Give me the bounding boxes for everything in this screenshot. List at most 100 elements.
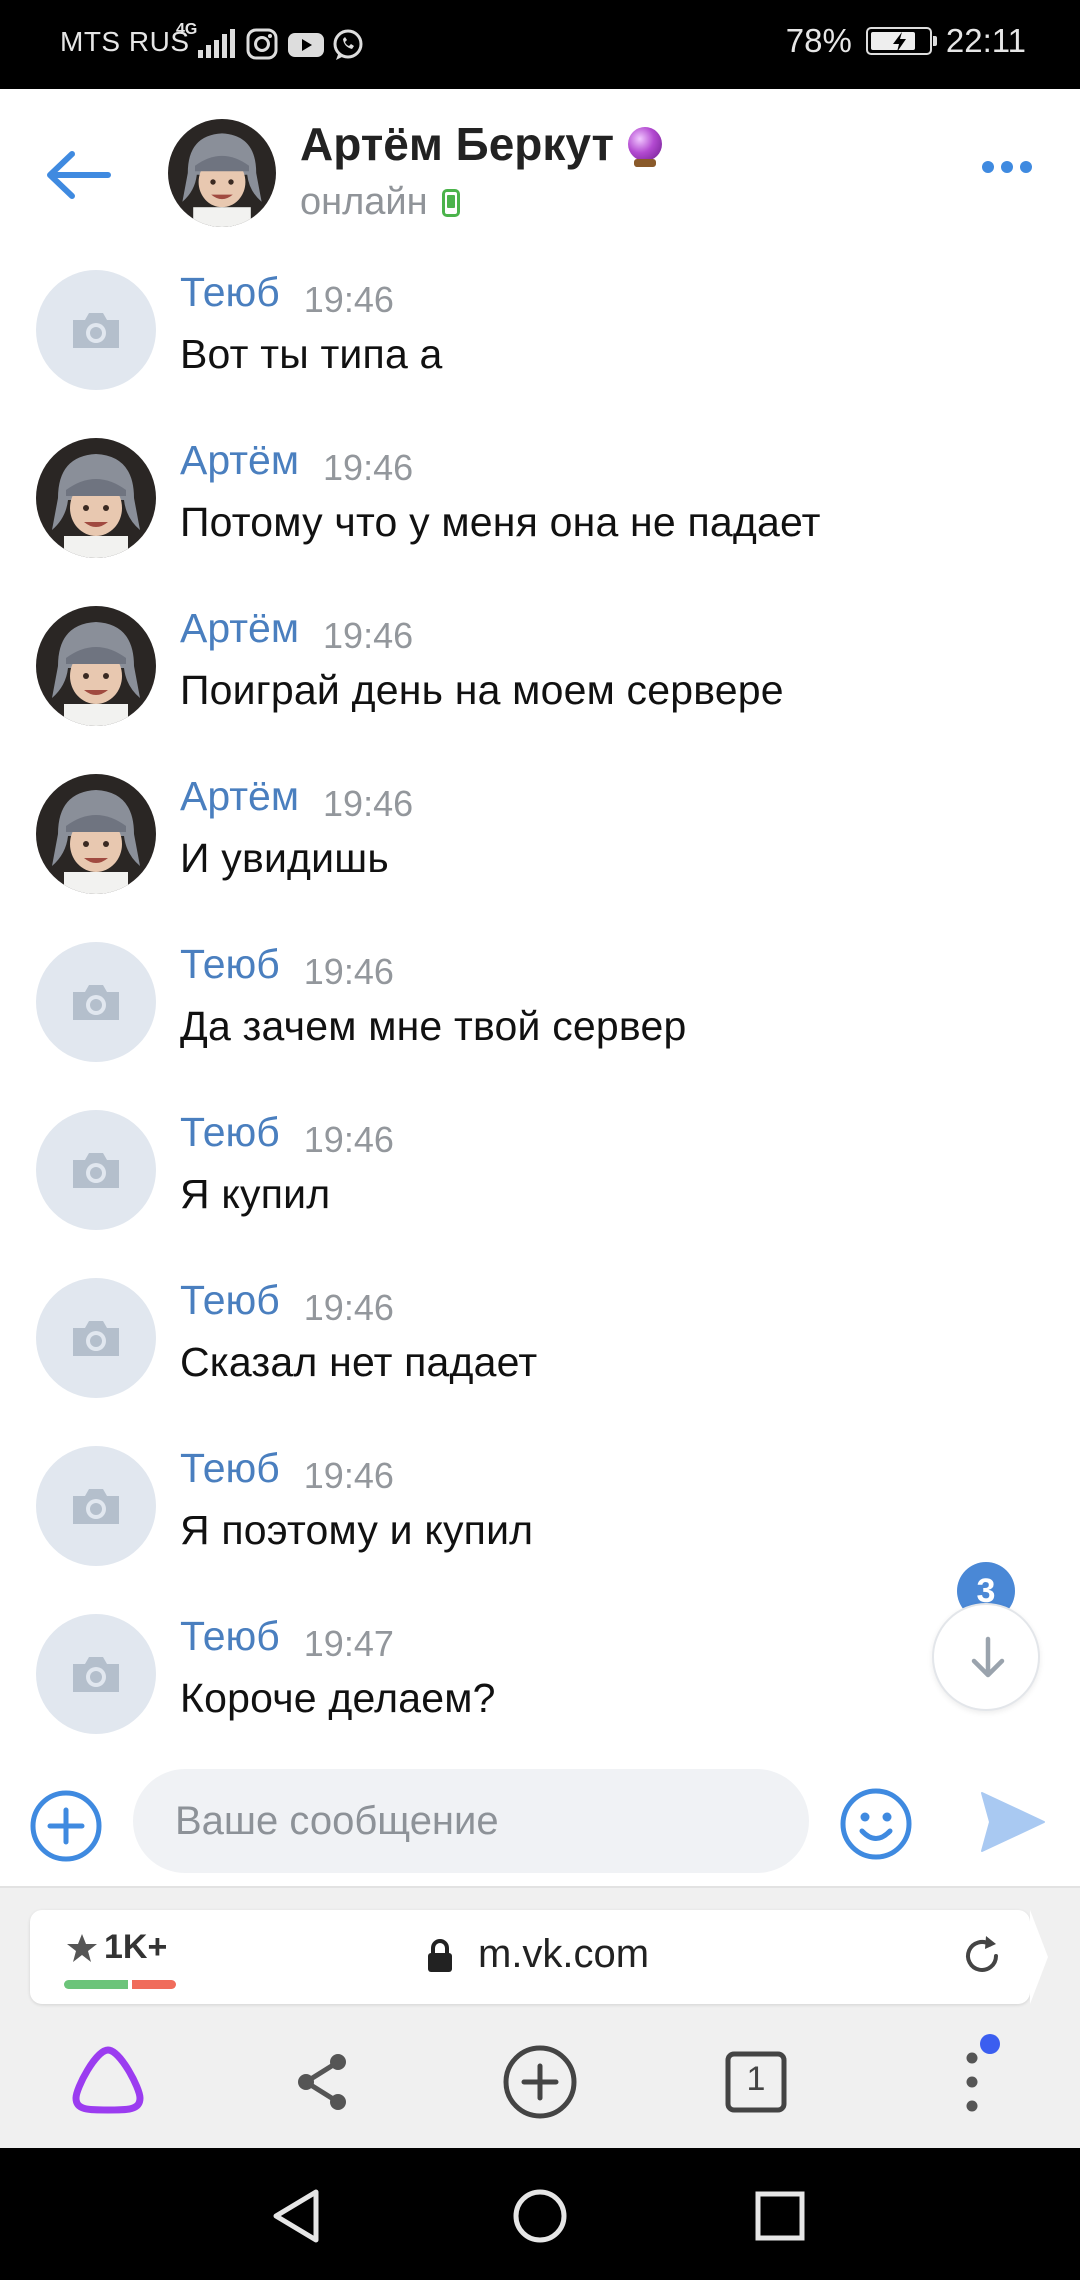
message-input[interactable] <box>133 1769 809 1873</box>
message-time: 19:46 <box>323 783 414 824</box>
lock-icon <box>428 1939 452 1972</box>
message-author[interactable]: Теюб <box>180 1277 280 1324</box>
sender-avatar[interactable] <box>36 1446 156 1566</box>
battery-tip <box>932 36 937 46</box>
message-author[interactable]: Артём <box>180 605 299 652</box>
address-bar[interactable]: 1K+ m.vk.com <box>30 1910 1048 2004</box>
composer <box>0 1769 1080 1886</box>
message-author[interactable]: Артём <box>180 773 299 820</box>
alice-icon[interactable] <box>58 2026 158 2136</box>
camera-icon <box>73 1321 119 1356</box>
avatar-photo <box>36 606 156 726</box>
message-time: 19:46 <box>303 1455 394 1496</box>
instagram-icon <box>246 28 278 60</box>
reload-icon[interactable] <box>958 1932 1006 1980</box>
message-time: 19:46 <box>303 1119 394 1160</box>
message-text: Вот ты типа а <box>180 331 443 377</box>
contact-avatar[interactable] <box>168 119 276 227</box>
sender-avatar[interactable] <box>36 1278 156 1398</box>
tabs-button[interactable]: 1 <box>706 2026 806 2136</box>
message-author[interactable]: Артём <box>180 437 299 484</box>
message-list[interactable]: Теюб 19:46 Вот ты типа а Артём 19:46 Потому ч… <box>0 259 1080 1769</box>
attach-plus-icon[interactable] <box>28 1788 104 1864</box>
message-time: 19:46 <box>303 951 394 992</box>
nav-back-icon[interactable] <box>268 2186 324 2246</box>
message-row[interactable]: Теюб 19:47 Короче делаем? <box>0 1603 1080 1771</box>
browser-toolbar: 1K+ m.vk.com 1 <box>0 1886 1080 2148</box>
browser-bottom-nav: 1 <box>0 2026 1080 2146</box>
message-author[interactable]: Теюб <box>180 1445 280 1492</box>
scroll-down-button[interactable] <box>932 1603 1040 1711</box>
avatar-photo <box>36 438 156 558</box>
message-text: Я поэтому и купил <box>180 1507 534 1553</box>
chat-header: Артём Беркут онлайн <box>0 89 1080 259</box>
sender-avatar[interactable] <box>36 1110 156 1230</box>
avatar-photo <box>36 774 156 894</box>
sender-avatar[interactable] <box>36 774 156 894</box>
status-app-icons <box>246 28 363 60</box>
browser-menu-icon[interactable] <box>922 2026 1022 2136</box>
camera-icon <box>73 1153 119 1188</box>
sender-avatar[interactable] <box>36 1614 156 1734</box>
message-row[interactable]: Артём 19:46 Поиграй день на моем сервере <box>0 595 1080 763</box>
message-time: 19:46 <box>323 447 414 488</box>
emoji-icon[interactable] <box>838 1786 914 1862</box>
dot <box>1020 161 1032 173</box>
status-right: 78% 22:11 <box>786 22 1026 60</box>
message-text: Сказал нет падает <box>180 1339 538 1385</box>
message-text: Короче делаем? <box>180 1675 496 1721</box>
arrow-down-icon <box>971 1636 1005 1678</box>
crystal-ball-icon <box>628 127 663 167</box>
url-text[interactable]: m.vk.com <box>478 1932 649 1977</box>
contact-status-row: онлайн <box>300 181 460 224</box>
contact-name: Артём Беркут <box>300 118 615 170</box>
message-row[interactable]: Теюб 19:46 Я поэтому и купил <box>0 1435 1080 1603</box>
share-icon[interactable] <box>272 2026 372 2136</box>
sender-avatar[interactable] <box>36 606 156 726</box>
message-row[interactable]: Теюб 19:46 Я купил <box>0 1099 1080 1267</box>
nav-home-icon[interactable] <box>510 2186 570 2246</box>
nav-recents-icon[interactable] <box>752 2186 808 2246</box>
message-row[interactable]: Теюб 19:46 Вот ты типа а <box>0 259 1080 427</box>
new-tab-icon[interactable] <box>490 2026 590 2136</box>
camera-icon <box>73 1657 119 1692</box>
message-row[interactable]: Артём 19:46 И увидишь <box>0 763 1080 931</box>
battery-percent: 78% <box>785 22 852 59</box>
message-author[interactable]: Теюб <box>180 1109 280 1156</box>
message-text: Потому что у меня она не падает <box>180 499 821 545</box>
charging-icon <box>892 32 906 52</box>
message-author[interactable]: Теюб <box>180 269 280 316</box>
sender-avatar[interactable] <box>36 942 156 1062</box>
battery-icon <box>865 27 937 55</box>
message-time: 19:46 <box>323 615 414 656</box>
back-arrow-icon[interactable] <box>38 145 118 205</box>
camera-icon <box>73 985 119 1020</box>
message-row[interactable]: Артём 19:46 Потому что у меня она не падае… <box>0 427 1080 595</box>
network-type: 4G <box>176 21 198 38</box>
sender-avatar[interactable] <box>36 270 156 390</box>
site-rating[interactable]: 1K+ <box>66 1928 167 1967</box>
carrier-label: MTS RUS <box>60 26 190 57</box>
avatar-photo <box>168 119 276 227</box>
send-icon[interactable] <box>980 1791 1046 1853</box>
message-row[interactable]: Теюб 19:46 Да зачем мне твой сервер <box>0 931 1080 1099</box>
message-author[interactable]: Теюб <box>180 941 280 988</box>
rating-bar <box>64 1980 176 1989</box>
more-dots-icon <box>982 161 994 173</box>
sender-avatar[interactable] <box>36 438 156 558</box>
star-icon <box>67 1933 97 1962</box>
camera-icon <box>73 313 119 348</box>
mobile-icon <box>441 188 460 217</box>
camera-icon <box>73 1489 119 1524</box>
clock: 22:11 <box>945 22 1026 59</box>
message-author[interactable]: Теюб <box>180 1613 280 1660</box>
whatsapp-icon <box>333 29 363 60</box>
rating-label: 1K+ <box>104 1928 168 1966</box>
system-navigation-bar <box>0 2148 1080 2280</box>
message-row[interactable]: Теюб 19:46 Сказал нет падает <box>0 1267 1080 1435</box>
more-menu-button[interactable] <box>982 161 1032 173</box>
message-time: 19:47 <box>303 1623 394 1664</box>
message-time: 19:46 <box>303 1287 394 1328</box>
message-text: Поиграй день на моем сервере <box>180 667 784 713</box>
message-text: Я купил <box>180 1171 331 1217</box>
